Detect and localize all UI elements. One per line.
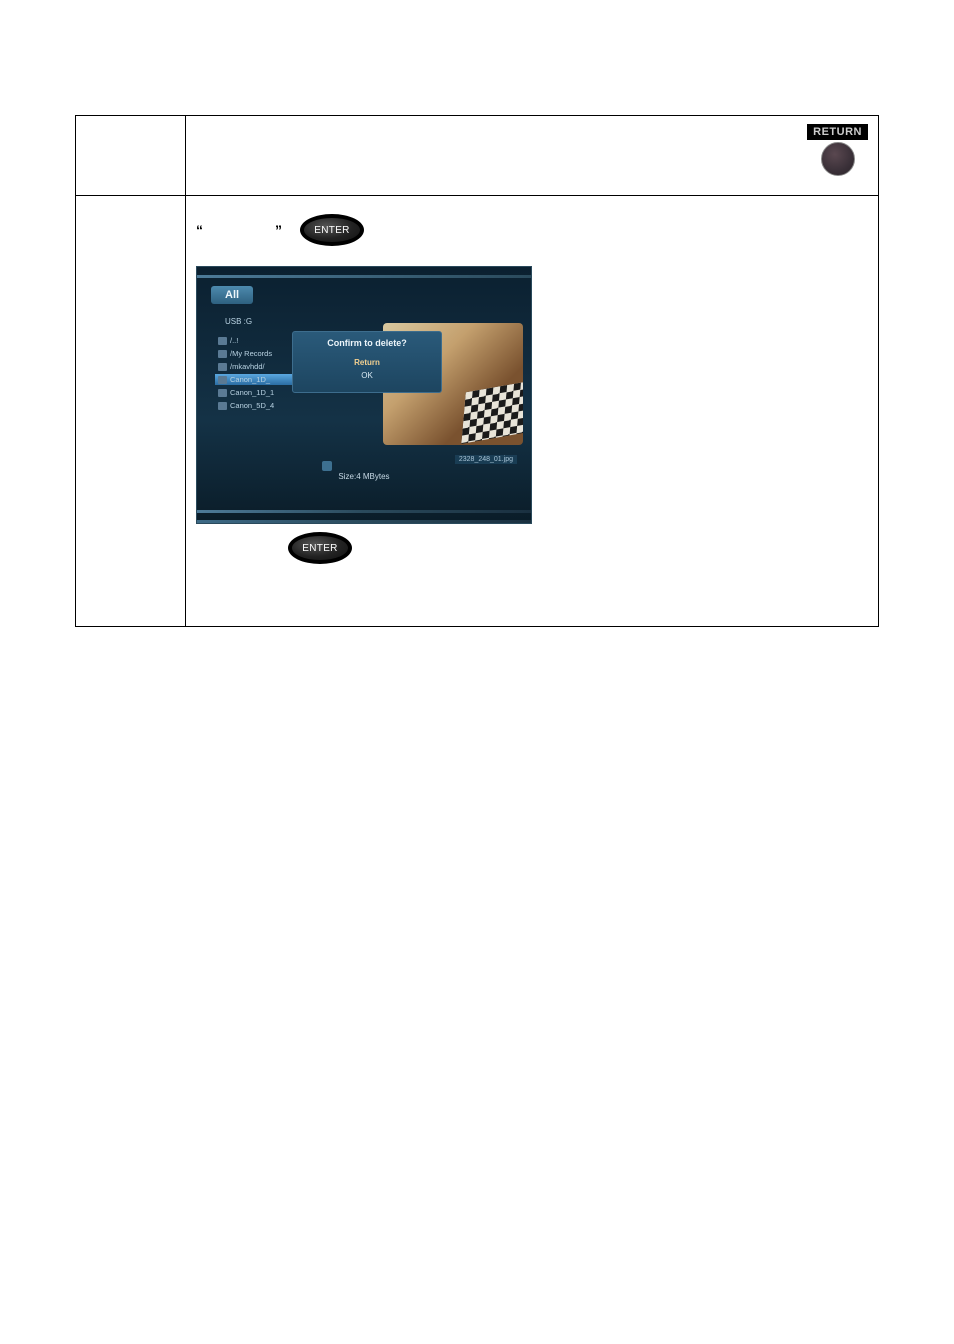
bottom-enter-row: ENTER [196, 532, 868, 564]
folder-icon [218, 350, 227, 358]
tab-4[interactable] [333, 292, 361, 298]
folder-icon [218, 363, 227, 371]
document-table: RETURN “ ” ENTER All [75, 115, 879, 627]
scroll-indicator-icon [322, 461, 332, 471]
list-item[interactable]: Canon_5D_4 [215, 400, 310, 411]
dialog-return-button[interactable]: Return [301, 356, 433, 369]
tab-2[interactable] [261, 292, 289, 298]
folder-icon [218, 389, 227, 397]
enter-button[interactable]: ENTER [288, 532, 352, 564]
ss-top-divider [197, 275, 531, 278]
tab-3[interactable] [297, 292, 325, 298]
return-circle-icon [821, 142, 855, 176]
return-label: RETURN [807, 124, 868, 140]
cell-r2-left [76, 196, 186, 626]
file-name: /My Records [230, 349, 272, 358]
ss-bottom-divider-2 [197, 520, 531, 523]
folder-icon [218, 337, 227, 345]
enter-button-label: ENTER [314, 225, 349, 236]
file-name: /mkavhdd/ [230, 362, 265, 371]
breadcrumb: USB :G [225, 317, 252, 326]
media-browser-screenshot: All USB :G /..! /My Records [196, 266, 532, 524]
dialog-title: Confirm to delete? [301, 338, 433, 348]
instruction-line: “ ” ENTER [196, 214, 868, 246]
cell-r2-right: “ ” ENTER All USB :G [186, 196, 878, 626]
enter-button-label: ENTER [302, 543, 337, 554]
table-row-2: “ ” ENTER All USB :G [76, 196, 878, 626]
ss-tabs: All [211, 283, 517, 307]
tab-all[interactable]: All [211, 286, 253, 304]
file-name: /..! [230, 336, 238, 345]
folder-icon [218, 376, 227, 384]
table-row-1: RETURN [76, 116, 878, 196]
file-name: Canon_1D_ [230, 375, 270, 384]
cell-r1-left [76, 116, 186, 195]
file-name: Canon_5D_4 [230, 401, 274, 410]
return-button[interactable]: RETURN [807, 124, 868, 176]
size-label: Size:4 MBytes [338, 472, 389, 481]
ss-bottom-divider-1 [197, 510, 531, 513]
cell-r1-right: RETURN [186, 116, 878, 195]
confirm-dialog: Confirm to delete? Return OK [292, 331, 442, 393]
close-quote: ” [275, 222, 282, 238]
dialog-ok-button[interactable]: OK [301, 369, 433, 382]
open-quote: “ [196, 222, 203, 238]
enter-button[interactable]: ENTER [300, 214, 364, 246]
preview-filename: 2328_248_01.jpg [455, 455, 517, 464]
preview-checker [461, 380, 523, 444]
file-name: Canon_1D_1 [230, 388, 274, 397]
folder-icon [218, 402, 227, 410]
